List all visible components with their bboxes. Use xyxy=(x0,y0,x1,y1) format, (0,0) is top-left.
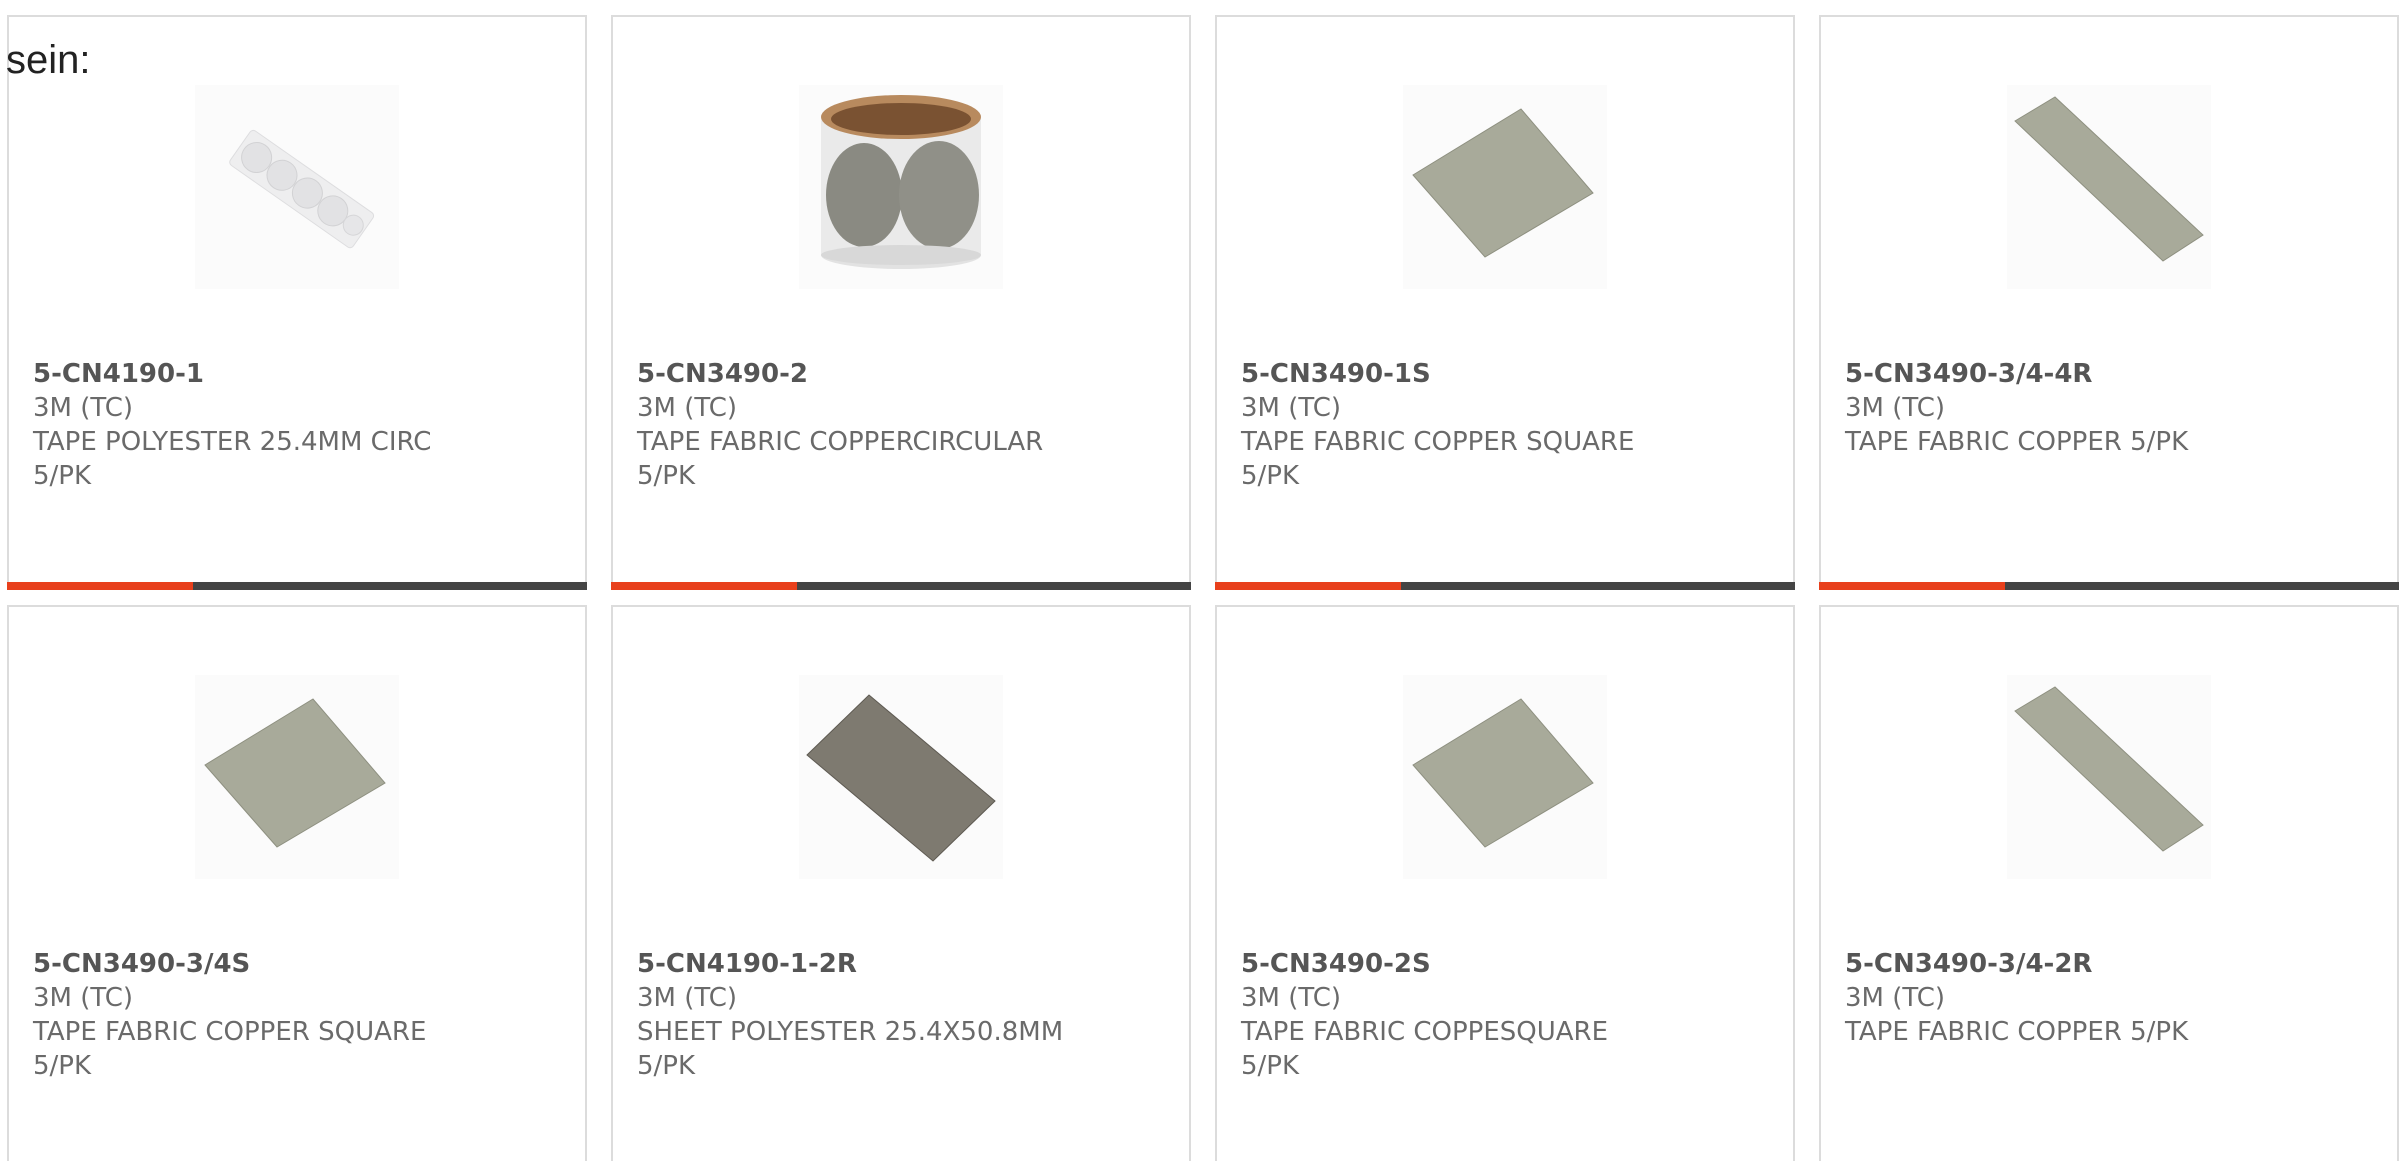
description: 5/PK xyxy=(1241,1051,1300,1081)
product-card[interactable]: 5-CN3490-3/4-2R 3M (TC) TAPE FABRIC COPP… xyxy=(1819,605,2399,1161)
description: SHEET POLYESTER 25.4X50.8MM xyxy=(637,1017,1064,1047)
product-card[interactable]: 5-CN4190-1-2R 3M (TC) SHEET POLYESTER 25… xyxy=(611,605,1191,1161)
manufacturer: 3M (TC) xyxy=(637,983,738,1013)
description: TAPE FABRIC COPPESQUARE xyxy=(1241,1017,1609,1047)
card-progress-fill xyxy=(611,582,797,590)
description: TAPE FABRIC COPPERCIRCULAR xyxy=(637,427,1044,457)
dot-strip-image[interactable] xyxy=(195,85,399,289)
part-number[interactable]: 5-CN3490-3/4-2R xyxy=(1845,947,2379,981)
description: 5/PK xyxy=(637,461,696,491)
description: TAPE FABRIC COPPER 5/PK xyxy=(1845,427,2189,457)
part-number[interactable]: 5-CN4190-1-2R xyxy=(637,947,1171,981)
strip-image[interactable] xyxy=(2007,675,2211,879)
card-progress-bar xyxy=(1215,582,1795,590)
square-sheet-image[interactable] xyxy=(1403,675,1607,879)
circle-roll-image[interactable] xyxy=(799,85,1003,289)
manufacturer: 3M (TC) xyxy=(1845,393,1946,423)
product-grid: 5-CN4190-1 3M (TC) TAPE POLYESTER 25.4MM… xyxy=(7,15,2399,1161)
description: TAPE FABRIC COPPER SQUARE xyxy=(1241,427,1635,457)
card-progress-fill xyxy=(1215,582,1401,590)
product-card[interactable]: 5-CN3490-2 3M (TC) TAPE FABRIC COPPERCIR… xyxy=(611,15,1191,590)
dark-sheet-image[interactable] xyxy=(799,675,1003,879)
part-number[interactable]: 5-CN3490-2 xyxy=(637,357,1171,391)
manufacturer: 3M (TC) xyxy=(1845,983,1946,1013)
manufacturer: 3M (TC) xyxy=(33,983,134,1013)
card-progress-bar xyxy=(611,582,1191,590)
product-card[interactable]: 5-CN3490-2S 3M (TC) TAPE FABRIC COPPESQU… xyxy=(1215,605,1795,1161)
manufacturer: 3M (TC) xyxy=(33,393,134,423)
product-card[interactable]: 5-CN3490-3/4S 3M (TC) TAPE FABRIC COPPER… xyxy=(7,605,587,1161)
product-card[interactable]: 5-CN4190-1 3M (TC) TAPE POLYESTER 25.4MM… xyxy=(7,15,587,590)
square-sheet-image[interactable] xyxy=(195,675,399,879)
strip-image[interactable] xyxy=(2007,85,2211,289)
card-progress-fill xyxy=(7,582,193,590)
card-progress-bar xyxy=(7,582,587,590)
square-sheet-image[interactable] xyxy=(1403,85,1607,289)
description: 5/PK xyxy=(637,1051,696,1081)
product-card[interactable]: 5-CN3490-3/4-4R 3M (TC) TAPE FABRIC COPP… xyxy=(1819,15,2399,590)
card-progress-bar xyxy=(1819,582,2399,590)
description: 5/PK xyxy=(33,461,92,491)
card-progress-fill xyxy=(1819,582,2005,590)
manufacturer: 3M (TC) xyxy=(1241,393,1342,423)
intro-text: sein: xyxy=(6,38,91,82)
description: TAPE POLYESTER 25.4MM CIRC xyxy=(33,427,432,457)
part-number[interactable]: 5-CN3490-3/4S xyxy=(33,947,567,981)
part-number[interactable]: 5-CN4190-1 xyxy=(33,357,567,391)
part-number[interactable]: 5-CN3490-1S xyxy=(1241,357,1775,391)
description: 5/PK xyxy=(33,1051,92,1081)
part-number[interactable]: 5-CN3490-3/4-4R xyxy=(1845,357,2379,391)
description: TAPE FABRIC COPPER 5/PK xyxy=(1845,1017,2189,1047)
manufacturer: 3M (TC) xyxy=(1241,983,1342,1013)
description: TAPE FABRIC COPPER SQUARE xyxy=(33,1017,427,1047)
part-number[interactable]: 5-CN3490-2S xyxy=(1241,947,1775,981)
manufacturer: 3M (TC) xyxy=(637,393,738,423)
description: 5/PK xyxy=(1241,461,1300,491)
product-card[interactable]: 5-CN3490-1S 3M (TC) TAPE FABRIC COPPER S… xyxy=(1215,15,1795,590)
